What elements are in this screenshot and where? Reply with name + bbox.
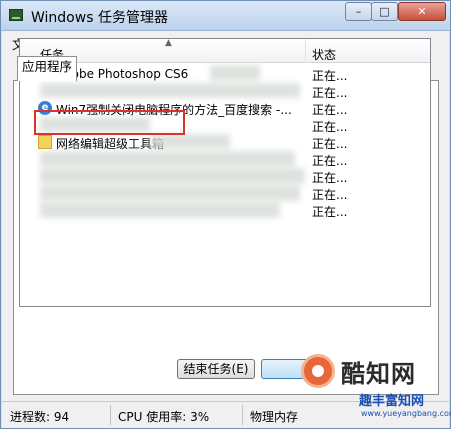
cpu-usage: CPU 使用率: 3% [118,410,210,424]
process-count: 进程数: 94 [10,410,70,424]
watermark-url: www.yueyangbang.com [361,409,451,418]
list-header: ▲ 任务 状态 [20,38,430,63]
blurred-region [40,168,305,184]
highlight-annotation [34,110,185,135]
task-name: 网络编辑超级工具箱 [56,137,165,151]
task-status: 正在... [312,154,348,168]
column-header-status[interactable]: 状态 [312,46,336,63]
blurred-region [40,202,280,218]
blurred-region [40,185,300,201]
task-manager-window: Windows 任务管理器 – □ ✕ 文件(F) 选项(O) 查看(V) 窗口… [0,0,451,429]
task-status: 正在... [312,120,348,134]
task-manager-icon [9,9,23,21]
folder-icon [38,135,52,149]
sort-ascending-icon: ▲ [165,38,172,48]
blurred-region [210,65,260,81]
watermark-logo-icon [301,354,335,388]
task-status: 正在... [312,171,348,185]
task-list[interactable]: ▲ 任务 状态 Ps Adobe Photoshop CS6 正在... 正在.… [19,38,431,307]
physical-memory: 物理内存 [250,410,299,424]
site-watermark: 酷知网 趣丰富知网 www.yueyangbang.com [301,346,451,428]
window-title: Windows 任务管理器 [31,10,168,26]
end-task-button[interactable]: 结束任务(E) [177,359,255,379]
task-status: 正在... [312,103,348,117]
maximize-button[interactable]: □ [371,2,398,21]
task-status: 正在... [312,188,348,202]
status-divider [110,405,111,425]
task-status: 正在... [312,86,348,100]
close-button[interactable]: ✕ [398,2,446,21]
task-status: 正在... [312,69,348,83]
watermark-name: 酷知网 [341,360,416,388]
blurred-region [40,83,300,98]
minimize-button[interactable]: – [345,2,372,21]
title-bar[interactable]: Windows 任务管理器 – □ ✕ [1,1,450,31]
status-divider [242,405,243,425]
watermark-subtitle: 趣丰富知网 [359,394,425,409]
tab-applications[interactable]: 应用程序 [17,56,77,81]
task-status: 正在... [312,137,348,151]
blurred-region [40,151,295,167]
task-status: 正在... [312,205,348,219]
blurred-region [150,134,230,149]
